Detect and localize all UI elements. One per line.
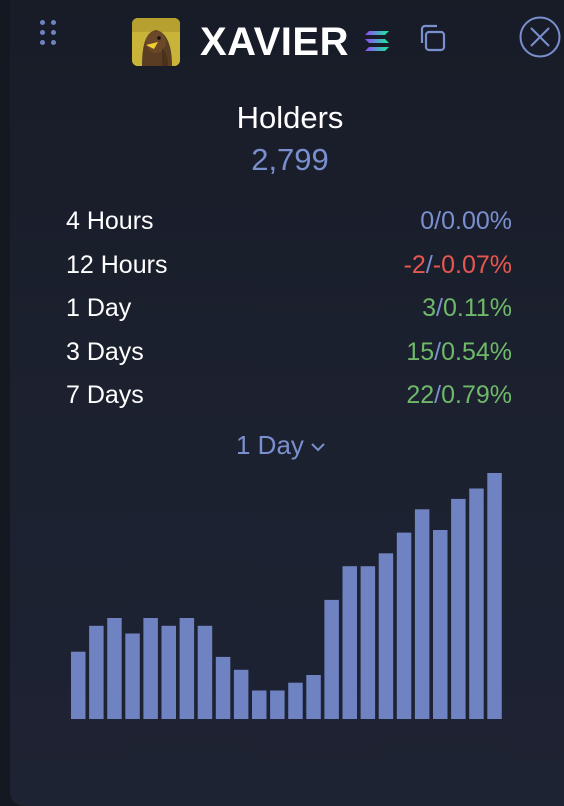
copy-icon[interactable] [416, 22, 448, 54]
stat-value: 22/0.79% [406, 381, 512, 409]
stat-value: 0/0.00% [420, 207, 512, 235]
close-icon[interactable] [518, 15, 562, 59]
stat-change: 15 [406, 337, 435, 366]
holders-count: 2,799 [251, 142, 329, 177]
stat-label: 1 Day [66, 294, 132, 322]
stat-row-4h: 4 Hours 0/0.00% [66, 200, 512, 244]
stat-label: 3 Days [66, 337, 144, 366]
grip-dots-icon[interactable] [40, 20, 60, 52]
stat-value: 3/0.11% [422, 294, 512, 322]
stat-percent: -0.07% [432, 250, 512, 279]
token-avatar [132, 18, 180, 66]
holder-change-list: 4 Hours 0/0.00% 12 Hours -2/-0.07% 1 Day… [66, 200, 512, 418]
stat-label: 12 Hours [66, 250, 168, 279]
stat-row-3d: 3 Days 15/0.54% [66, 331, 512, 375]
stat-change: 3 [422, 294, 437, 322]
stat-row-12h: 12 Hours -2/-0.07% [66, 244, 512, 288]
solana-icon [364, 30, 390, 52]
stat-label: 7 Days [66, 381, 144, 409]
stat-label: 4 Hours [66, 207, 154, 235]
stat-change: 0 [420, 207, 435, 235]
stat-value: -2/-0.07% [403, 250, 512, 279]
stat-value: 15/0.54% [406, 337, 512, 366]
stat-row-7d: 7 Days 22/0.79% [66, 374, 512, 418]
stat-percent: 0.11% [442, 294, 512, 322]
token-name: XAVIER [200, 20, 349, 64]
stat-percent: 0.00% [441, 207, 512, 235]
stat-change: -2 [403, 250, 426, 279]
stat-percent: 0.54% [441, 337, 512, 366]
holders-title: Holders [236, 100, 344, 135]
chevron-down-icon [311, 443, 325, 452]
stat-row-1d: 1 Day 3/0.11% [66, 287, 512, 331]
period-selected-label: 1 Day [236, 430, 304, 460]
period-dropdown[interactable]: 1 Day [236, 425, 326, 465]
stat-percent: 0.79% [441, 381, 512, 409]
stat-change: 22 [406, 381, 435, 409]
